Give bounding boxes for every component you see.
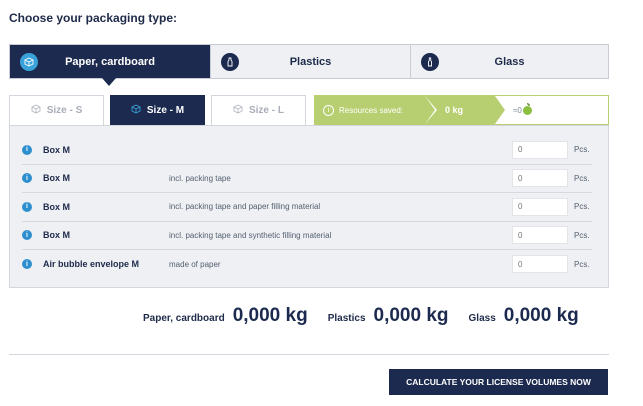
size-tabs: Size - S Size - M Size - L: [9, 95, 312, 132]
total-label-plastics: Plastics: [327, 313, 366, 324]
unit-label: Pcs.: [574, 259, 590, 269]
tab-label: Glass: [494, 55, 525, 68]
resources-kg: 0 kg: [445, 105, 464, 115]
info-icon[interactable]: i: [22, 173, 32, 184]
total-value-glass: 0,000 kg: [503, 305, 579, 326]
tab-paper-cardboard[interactable]: Paper, cardboard: [10, 45, 210, 86]
info-icon[interactable]: i: [22, 201, 32, 212]
info-icon[interactable]: i: [22, 259, 32, 270]
info-icon[interactable]: i: [22, 144, 32, 155]
list-item: i Box M incl. packing tape and paper fil…: [22, 193, 592, 222]
total-label-glass: Glass: [468, 313, 496, 324]
size-tab-label: Size - S: [46, 105, 83, 116]
total-value-plastics: 0,000 kg: [373, 305, 449, 326]
quantity-input[interactable]: [512, 255, 568, 274]
item-description: incl. packing tape and paper filling mat…: [169, 202, 321, 212]
resources-label-segment: i Resources saved:: [315, 96, 437, 124]
apple-icon: [522, 102, 532, 115]
totals-summary: Paper, cardboard 0,000 kg Plastics 0,000…: [143, 305, 579, 327]
bottle-icon: [221, 53, 239, 71]
box-icon: [31, 104, 41, 117]
tab-plastics[interactable]: Plastics: [210, 45, 410, 78]
total-label-paper: Paper, cardboard: [143, 313, 225, 324]
item-name: Air bubble envelope M: [43, 259, 140, 270]
tab-label: Plastics: [289, 55, 332, 68]
list-item: i Box M incl. packing tape and synthetic…: [22, 222, 592, 250]
info-icon: i: [323, 104, 334, 116]
resources-saved-bar: i Resources saved: 0 kg ≈0: [314, 95, 609, 125]
calculate-license-volumes-button[interactable]: CALCULATE YOUR LICENSE VOLUMES NOW: [389, 369, 608, 395]
quantity-input[interactable]: [512, 197, 568, 216]
total-value-paper: 0,000 kg: [232, 305, 308, 326]
quantity-input[interactable]: [512, 140, 568, 159]
material-tabs: Paper, cardboard Plastics Glass: [9, 44, 609, 86]
list-item: i Box M Pcs.: [22, 136, 592, 165]
tab-size-s[interactable]: Size - S: [9, 95, 104, 125]
item-name: Box M: [43, 230, 70, 241]
box-icon: [131, 104, 141, 117]
list-item: i Air bubble envelope M made of paper Pc…: [22, 250, 592, 279]
item-name: Box M: [43, 173, 70, 184]
list-item: i Box M incl. packing tape Pcs.: [22, 165, 592, 193]
items-panel: i Box M Pcs. i Box M incl. packing tape …: [9, 125, 609, 288]
info-icon[interactable]: i: [22, 230, 32, 241]
quantity-input[interactable]: [512, 226, 568, 245]
unit-label: Pcs.: [574, 230, 590, 240]
item-name: Box M: [43, 201, 70, 212]
quantity-input[interactable]: [512, 169, 568, 188]
tab-size-m[interactable]: Size - M: [110, 95, 205, 132]
tab-size-l[interactable]: Size - L: [211, 95, 306, 125]
item-description: incl. packing tape and synthetic filling…: [169, 230, 332, 240]
box-icon: [233, 104, 243, 117]
tab-glass[interactable]: Glass: [410, 45, 608, 78]
resources-label: Resources saved:: [339, 105, 404, 115]
size-tab-label: Size - M: [146, 105, 185, 116]
page-heading: Choose your packaging type:: [9, 11, 178, 25]
size-tab-label: Size - L: [248, 105, 284, 116]
item-description: incl. packing tape: [169, 173, 231, 183]
glass-bottle-icon: [421, 53, 439, 71]
unit-label: Pcs.: [574, 202, 590, 212]
tab-label: Paper, cardboard: [65, 55, 155, 68]
item-description: made of paper: [169, 259, 221, 269]
unit-label: Pcs.: [574, 145, 590, 155]
resources-apples: ≈0: [513, 105, 522, 115]
box-icon: [20, 53, 38, 71]
unit-label: Pcs.: [574, 173, 590, 183]
item-name: Box M: [43, 144, 70, 155]
divider: [9, 354, 609, 355]
